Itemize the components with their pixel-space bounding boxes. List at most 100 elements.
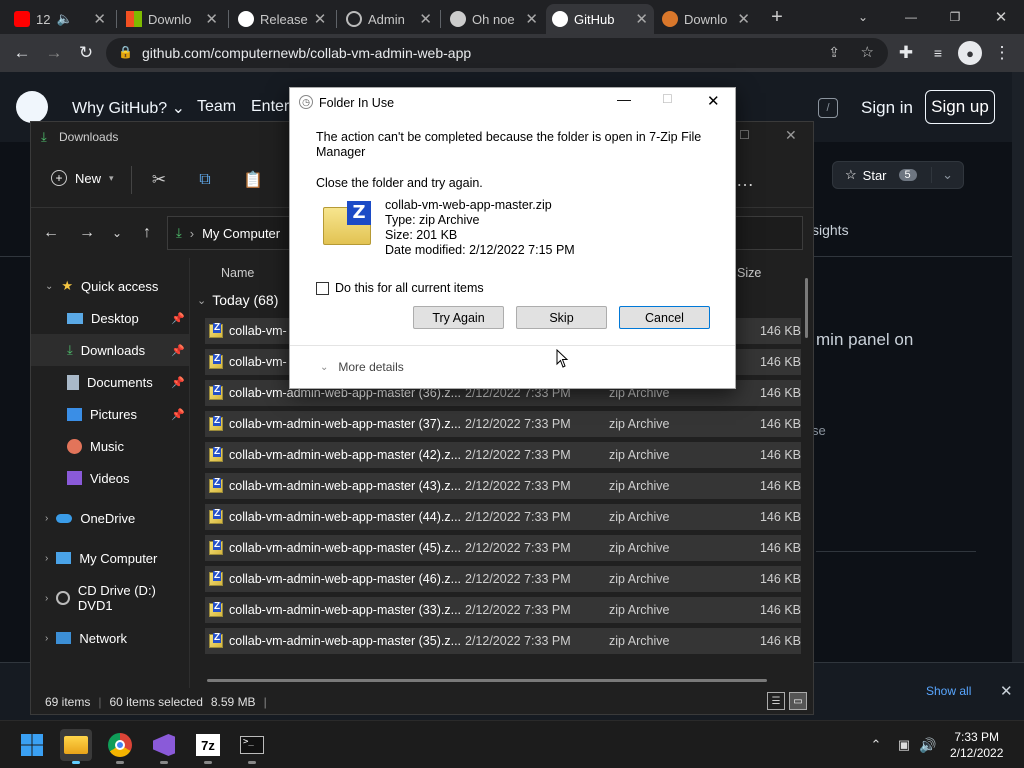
cut-icon[interactable]: ✂	[147, 168, 171, 192]
close-banner-icon[interactable]: ✕	[1000, 682, 1013, 700]
close-icon[interactable]: ✕	[635, 10, 648, 28]
file-row[interactable]: collab-vm-admin-web-app-master (33).z...…	[205, 597, 801, 623]
list-scrollbar[interactable]	[805, 278, 808, 338]
file-row[interactable]: collab-vm-admin-web-app-master (37).z...…	[205, 411, 801, 437]
tab-separator	[228, 10, 229, 28]
nav-quick-access[interactable]: ⌄ ★ Quick access	[31, 270, 189, 302]
nav-music[interactable]: Music	[31, 430, 189, 462]
group-header[interactable]: ⌄ Today (68)	[197, 292, 278, 308]
nav-onedrive[interactable]: › OneDrive	[31, 502, 189, 534]
recent-chevron-icon[interactable]: ⌄	[107, 222, 127, 244]
file-row[interactable]: collab-vm-admin-web-app-master (35).z...…	[205, 628, 801, 654]
forward-icon[interactable]: →	[42, 41, 66, 65]
sign-in-link[interactable]: Sign in	[861, 98, 913, 118]
tab-youtube[interactable]: 12 🔈 ✕	[8, 4, 112, 34]
profile-icon[interactable]: ●	[958, 41, 982, 65]
file-row[interactable]: collab-vm-admin-web-app-master (44).z...…	[205, 504, 801, 530]
tab-oh-noe[interactable]: Oh noe ✕	[444, 4, 544, 34]
nav-pictures[interactable]: Pictures 📌	[31, 398, 189, 430]
close-icon[interactable]: ✕	[205, 10, 218, 28]
horizontal-scrollbar[interactable]	[207, 679, 767, 682]
tab-search-chevron-icon[interactable]: ⌄	[852, 6, 874, 28]
more-options-icon[interactable]: …	[733, 168, 757, 192]
tiles-view-icon[interactable]: ▭	[789, 692, 807, 710]
tab-insights[interactable]: sights	[812, 222, 849, 238]
terminal-icon[interactable]: >_	[236, 729, 268, 761]
up-icon[interactable]: ↑	[135, 222, 159, 244]
nav-downloads[interactable]: ⤓ Downloads 📌	[31, 334, 189, 366]
nav-videos[interactable]: Videos	[31, 462, 189, 494]
back-icon[interactable]: ←	[39, 222, 63, 244]
media-control-icon[interactable]: ≡	[926, 41, 950, 65]
close-icon[interactable]: ✕	[707, 92, 720, 110]
sign-up-button[interactable]: Sign up	[925, 90, 995, 124]
chevron-up-icon[interactable]: ⌃	[866, 735, 886, 755]
share-icon[interactable]: ⇪	[828, 44, 840, 61]
restore-icon[interactable]: ❐	[944, 6, 966, 28]
nav-network[interactable]: › Network	[31, 622, 189, 654]
tab-github-active[interactable]: GitHub ✕	[546, 4, 654, 34]
address-bar[interactable]: 🔒 github.com/computernewb/collab-vm-admi…	[106, 38, 888, 68]
nav-why-github[interactable]: Why GitHub? ⌄	[72, 98, 185, 118]
column-header-name[interactable]: Name	[221, 266, 254, 280]
close-window-icon[interactable]: ✕	[990, 6, 1012, 28]
paste-icon[interactable]: 📋	[241, 168, 265, 192]
github-logo-icon[interactable]	[16, 91, 48, 123]
details-view-icon[interactable]: ☰	[767, 692, 785, 710]
back-icon[interactable]: ←	[10, 41, 34, 65]
clock[interactable]: 7:33 PM 2/12/2022	[950, 729, 1003, 761]
cancel-button[interactable]: Cancel	[619, 306, 710, 329]
item-count: 69 items	[45, 695, 91, 709]
file-type: zip Archive	[609, 572, 670, 586]
close-icon[interactable]: ✕	[93, 10, 106, 28]
show-all-link[interactable]: Show all	[926, 684, 971, 698]
extensions-icon[interactable]: ✚	[894, 41, 918, 65]
nav-my-computer[interactable]: › My Computer	[31, 542, 189, 574]
more-details-toggle[interactable]: ⌄ More details	[320, 360, 404, 374]
new-button[interactable]: + New ▾	[51, 170, 114, 186]
forward-icon[interactable]: →	[75, 222, 99, 244]
volume-icon[interactable]: 🔊	[918, 735, 938, 755]
nav-desktop[interactable]: Desktop 📌	[31, 302, 189, 334]
minimize-icon[interactable]: —	[900, 6, 922, 28]
tab-downloads[interactable]: Downlo ✕	[656, 4, 756, 34]
checkbox-icon[interactable]	[316, 281, 329, 295]
page-scrollbar[interactable]	[1012, 72, 1024, 662]
network-status-icon[interactable]: ▣	[894, 735, 914, 755]
chrome-icon[interactable]	[104, 729, 136, 761]
nav-team[interactable]: Team	[197, 98, 236, 116]
visual-studio-icon[interactable]	[148, 729, 180, 761]
breadcrumb-item[interactable]: My Computer	[202, 226, 280, 241]
try-again-button[interactable]: Try Again	[413, 306, 504, 329]
file-row[interactable]: collab-vm-admin-web-app-master (45).z...…	[205, 535, 801, 561]
new-tab-button[interactable]: +	[766, 6, 788, 28]
apply-all-checkbox[interactable]: Do this for all current items	[316, 281, 484, 295]
tab-admin[interactable]: Admin ✕	[340, 4, 438, 34]
nav-enterprise[interactable]: Enter	[251, 98, 289, 116]
star-button[interactable]: ☆ Star 5 ⌄	[832, 161, 964, 189]
close-icon[interactable]: ✕	[314, 10, 327, 28]
window-title: Downloads	[59, 130, 119, 144]
menu-kebab-icon[interactable]: ⋮	[990, 41, 1014, 65]
file-row[interactable]: collab-vm-admin-web-app-master (42).z...…	[205, 442, 801, 468]
bookmark-star-icon[interactable]: ☆	[861, 43, 874, 61]
file-explorer-icon[interactable]	[60, 729, 92, 761]
reload-icon[interactable]: ↻	[74, 41, 98, 65]
nav-documents[interactable]: Documents 📌	[31, 366, 189, 398]
close-icon[interactable]: ✕	[737, 10, 750, 28]
7zip-icon[interactable]: 7z	[192, 729, 224, 761]
tab-downloads-microsoft[interactable]: Downlo ✕	[120, 4, 224, 34]
close-icon[interactable]: ✕	[525, 10, 538, 28]
nav-cd-drive[interactable]: › CD Drive (D:) DVD1	[31, 582, 189, 614]
close-icon[interactable]: ✕	[419, 10, 432, 28]
tab-releases[interactable]: Release ✕	[232, 4, 332, 34]
minimize-icon[interactable]: —	[617, 91, 631, 107]
file-row[interactable]: collab-vm-admin-web-app-master (43).z...…	[205, 473, 801, 499]
start-button[interactable]	[16, 729, 48, 761]
skip-button[interactable]: Skip	[516, 306, 607, 329]
copy-icon[interactable]: ⧉	[193, 168, 217, 192]
close-icon[interactable]: ✕	[785, 127, 797, 144]
maximize-icon[interactable]: ☐	[739, 128, 750, 142]
file-row[interactable]: collab-vm-admin-web-app-master (46).z...…	[205, 566, 801, 592]
column-header-size[interactable]: Size	[737, 266, 761, 280]
